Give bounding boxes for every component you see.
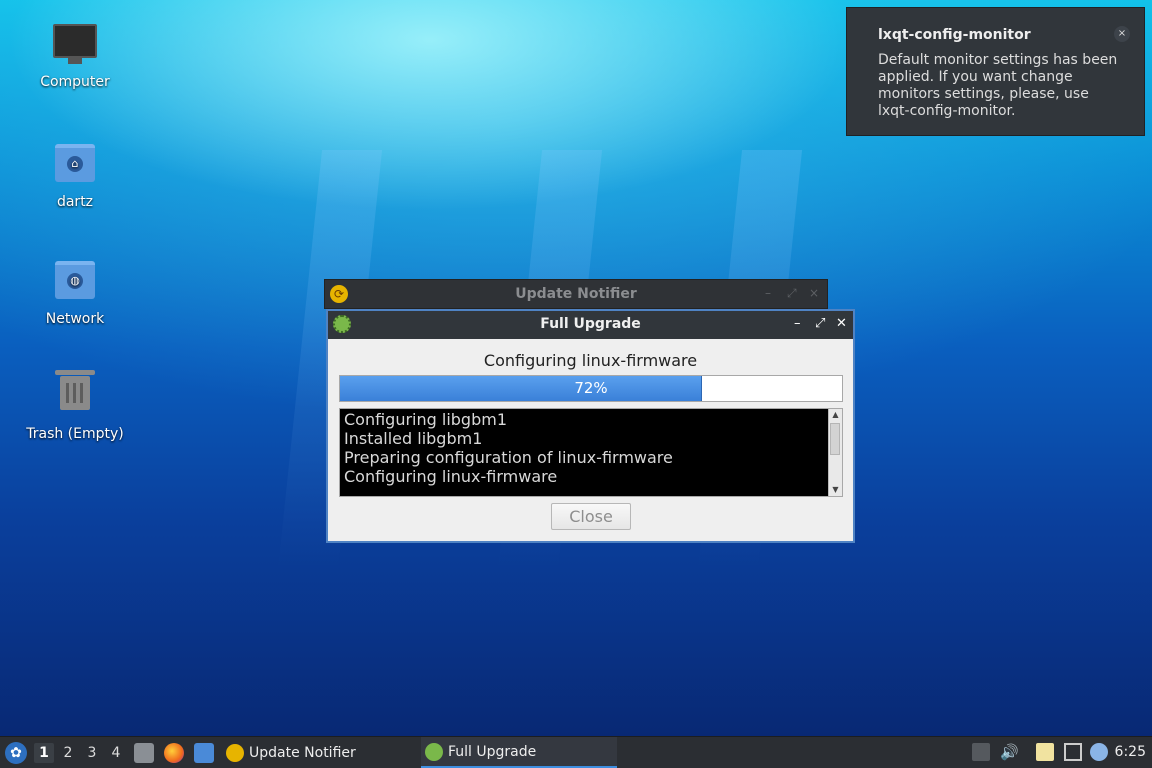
scroll-up-icon[interactable]: ▲: [829, 409, 842, 421]
workspace-1[interactable]: 1: [34, 743, 54, 763]
progress-percent: 72%: [574, 379, 608, 397]
clock[interactable]: 6:25: [1115, 744, 1146, 760]
updates-tray-icon[interactable]: [972, 743, 990, 761]
desktop-icon-label: Network: [45, 311, 105, 327]
file-manager-icon[interactable]: [134, 743, 154, 763]
firefox-icon[interactable]: [164, 743, 184, 763]
network-folder-icon: ◍: [53, 261, 97, 305]
log-scrollbar[interactable]: ▲ ▼: [828, 409, 842, 496]
desktop-icon[interactable]: [194, 743, 214, 763]
full-upgrade-dialog: Full Upgrade – ⤢ ✕ Configuring linux-fir…: [326, 309, 855, 543]
workspace-4[interactable]: 4: [106, 743, 126, 763]
log-line: Configuring linux-firmware: [344, 467, 558, 486]
minimize-button[interactable]: –: [765, 286, 771, 300]
clipboard-icon[interactable]: [1036, 743, 1054, 761]
dialog-titlebar[interactable]: Full Upgrade – ⤢ ✕: [328, 311, 853, 339]
desktop-icon-home[interactable]: ⌂ dartz: [15, 136, 135, 210]
log-line: Installed libgbm1: [344, 429, 483, 448]
notification-popup[interactable]: lxqt-config-monitor Default monitor sett…: [846, 7, 1145, 136]
notification-close-icon[interactable]: ×: [1114, 26, 1130, 42]
minimize-button[interactable]: –: [794, 316, 801, 331]
trash-icon: [53, 370, 97, 420]
log-line: Preparing configuration of linux-firmwar…: [344, 448, 673, 467]
notification-title: lxqt-config-monitor: [878, 27, 1031, 43]
task-label: Update Notifier: [249, 744, 356, 761]
maximize-button[interactable]: ⤢: [815, 316, 825, 331]
status-label: Configuring linux-firmware: [483, 351, 698, 370]
window-title: Update Notifier: [515, 286, 637, 302]
scroll-down-icon[interactable]: ▼: [829, 484, 842, 496]
desktop-icon-network[interactable]: ◍ Network: [15, 253, 135, 327]
scroll-thumb[interactable]: [830, 423, 840, 455]
update-notifier-window[interactable]: ⟳ Update Notifier – ⤢ ×: [324, 279, 828, 309]
task-update-notifier[interactable]: Update Notifier: [222, 737, 418, 768]
desktop-icon-label: Computer: [40, 74, 110, 90]
close-button[interactable]: ×: [809, 286, 819, 300]
progress-bar: 72%: [339, 375, 843, 402]
gear-icon: [425, 742, 443, 761]
close-dialog-button[interactable]: Close: [551, 503, 631, 530]
dialog-title: Full Upgrade: [540, 316, 641, 332]
workspace-3[interactable]: 3: [82, 743, 102, 763]
main-menu-icon[interactable]: ✿: [5, 742, 27, 764]
workspace-2[interactable]: 2: [58, 743, 78, 763]
log-output[interactable]: Configuring libgbm1 Installed libgbm1 Pr…: [339, 408, 843, 497]
notification-tray-icon[interactable]: [1090, 743, 1108, 761]
volume-icon[interactable]: 🔊: [1000, 743, 1019, 761]
log-line: Configuring libgbm1: [344, 410, 508, 429]
taskbar: ✿ 1 2 3 4 Update Notifier Full Upgrade 🔊…: [0, 736, 1152, 768]
desktop-icon-trash[interactable]: Trash (Empty): [15, 370, 135, 442]
desktop-icon-computer[interactable]: Computer: [15, 20, 135, 90]
maximize-button[interactable]: ⤢: [787, 286, 797, 301]
task-full-upgrade[interactable]: Full Upgrade: [421, 737, 617, 768]
update-notifier-icon: [226, 743, 244, 762]
notification-body: Default monitor settings has been applie…: [878, 52, 1118, 119]
task-label: Full Upgrade: [448, 743, 537, 760]
computer-icon: [53, 24, 97, 68]
home-folder-icon: ⌂: [53, 144, 97, 188]
desktop-icon-label: Trash (Empty): [26, 426, 124, 442]
network-icon[interactable]: [1064, 743, 1082, 761]
desktop-icon-label: dartz: [56, 194, 94, 210]
close-button[interactable]: ✕: [836, 316, 847, 331]
